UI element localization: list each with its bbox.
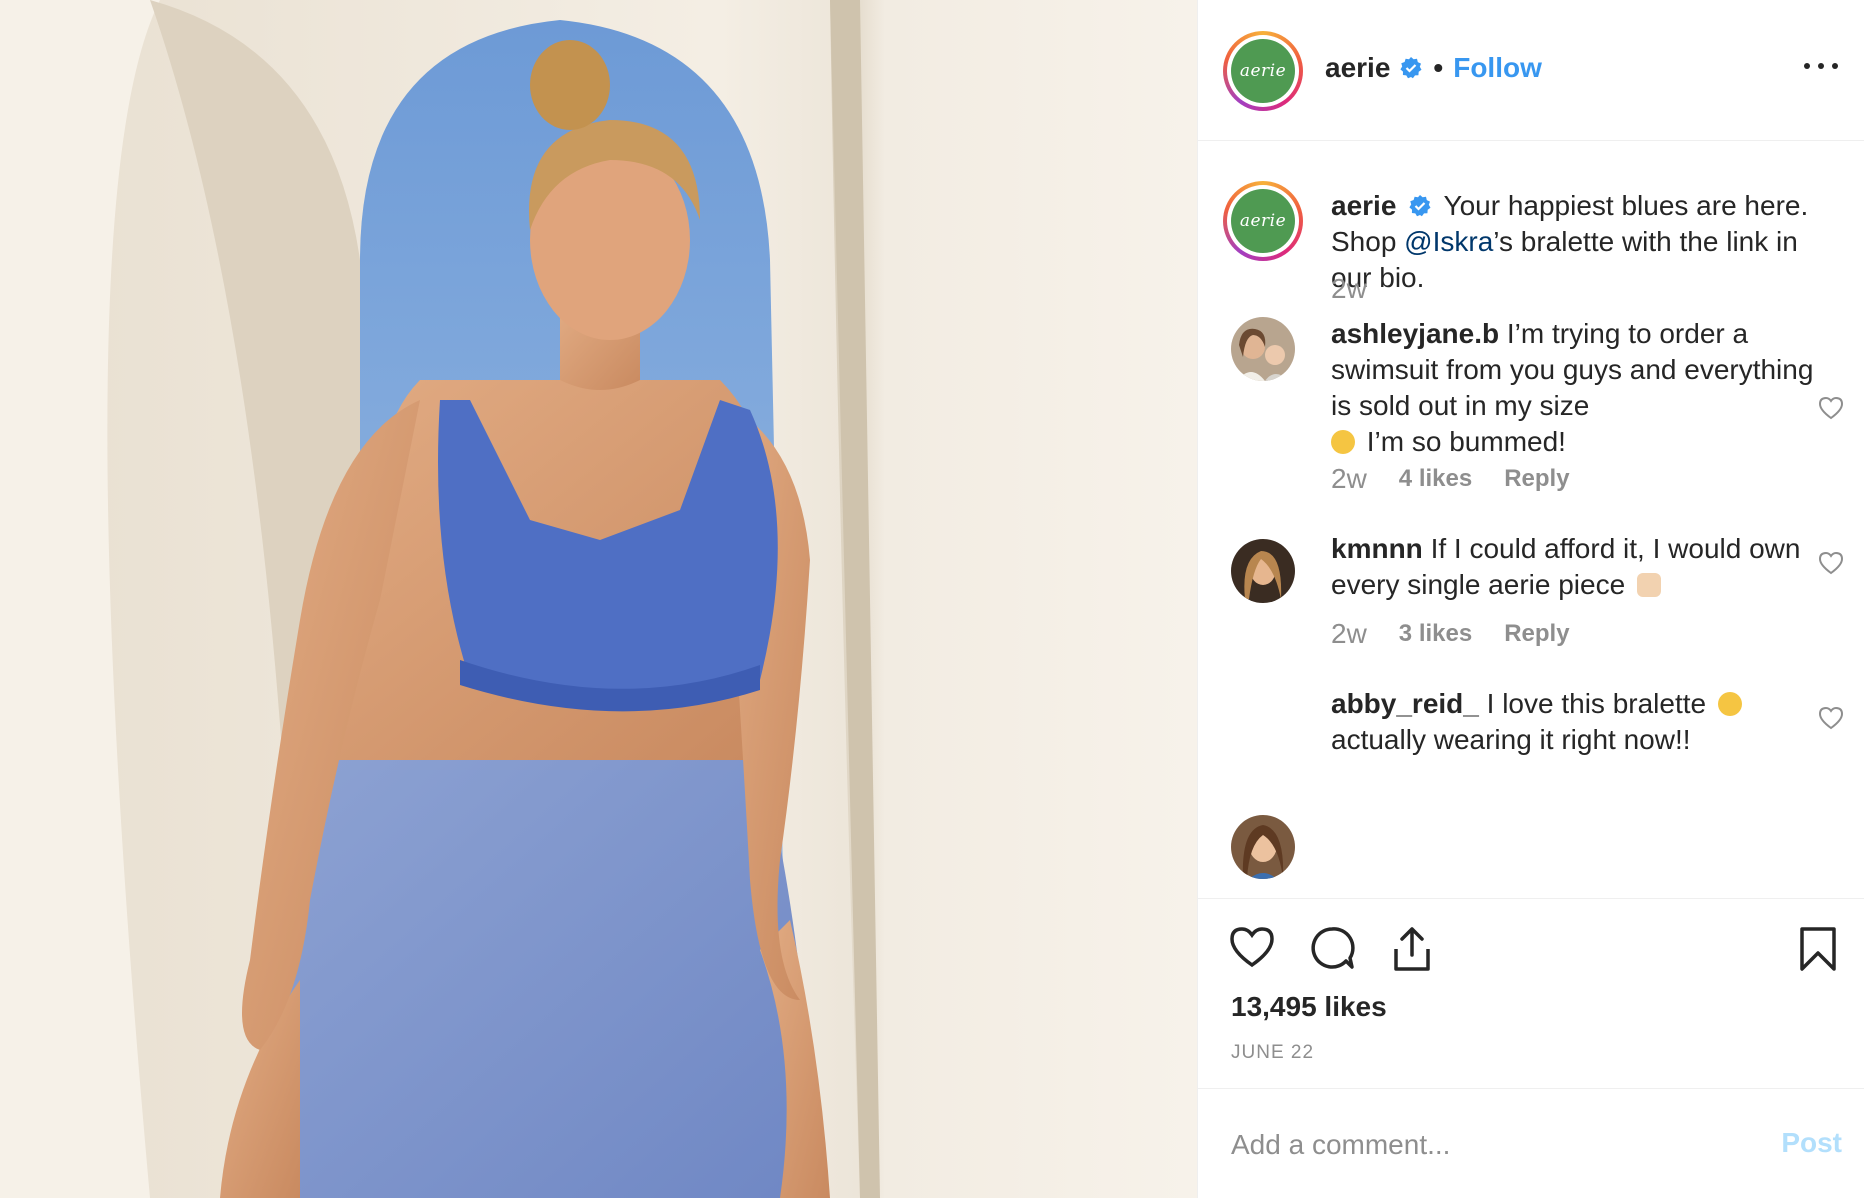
caption-time[interactable]: 2w (1331, 273, 1367, 305)
save-bookmark-icon[interactable] (1798, 925, 1838, 973)
comment-username[interactable]: kmnnn (1331, 533, 1423, 564)
comment-meta: 2w 3 likes Reply (1331, 618, 1602, 650)
like-count[interactable]: 13,495 likes (1231, 991, 1387, 1023)
comment-bubble-icon[interactable] (1308, 925, 1356, 971)
comment-body: I love this bralette (1486, 688, 1707, 719)
photo-illustration (0, 0, 1197, 1198)
verified-badge-icon (1400, 57, 1422, 79)
post-panel: aerie aerie • Follow aerie aerie Your ha… (1197, 0, 1864, 1198)
star-struck-emoji-icon (1717, 692, 1742, 716)
comment-body-end: I’m so bummed! (1366, 426, 1566, 457)
comment-text: abby_reid_ I love this bralette actually… (1331, 686, 1821, 758)
comment-likes[interactable]: 4 likes (1399, 465, 1472, 493)
post-comment-button[interactable]: Post (1781, 1127, 1842, 1159)
comment-like-heart-icon[interactable] (1818, 396, 1844, 420)
verified-badge-icon (1409, 195, 1431, 217)
comment-username[interactable]: ashleyjane.b (1331, 318, 1499, 349)
reply-button[interactable]: Reply (1504, 465, 1569, 493)
comment-meta: 2w 4 likes Reply (1331, 463, 1602, 495)
comment-time[interactable]: 2w (1331, 618, 1367, 650)
like-heart-icon[interactable] (1228, 925, 1276, 969)
separator-dot: • (1433, 52, 1444, 83)
comment-like-heart-icon[interactable] (1818, 706, 1844, 730)
commenter-avatar[interactable] (1231, 317, 1295, 381)
post-header: aerie aerie • Follow (1198, 0, 1864, 141)
comment-input[interactable] (1231, 1125, 1731, 1165)
comment-username[interactable]: abby_reid_ (1331, 688, 1479, 719)
header-user: aerie • Follow (1325, 50, 1542, 86)
commenter-avatar[interactable] (1231, 815, 1295, 879)
brand-logo: aerie (1231, 189, 1295, 253)
post-photo[interactable] (0, 0, 1197, 1198)
comment-likes[interactable]: 3 likes (1399, 620, 1472, 648)
caption-avatar[interactable]: aerie (1223, 181, 1303, 261)
comment-like-heart-icon[interactable] (1818, 551, 1844, 575)
caption-username[interactable]: aerie (1331, 190, 1396, 221)
follow-button[interactable]: Follow (1453, 52, 1542, 84)
caption-text: aerie Your happiest blues are here. Shop… (1331, 188, 1821, 296)
post-date[interactable]: JUNE 22 (1231, 1042, 1314, 1064)
crying-face-emoji-icon (1331, 430, 1355, 454)
story-ring-avatar[interactable]: aerie (1223, 31, 1303, 111)
comments-list[interactable]: aerie aerie Your happiest blues are here… (1198, 141, 1864, 898)
comment-body-end: actually wearing it right now!! (1331, 724, 1691, 755)
more-options-icon[interactable] (1804, 54, 1838, 78)
comment-text: kmnnn If I could afford it, I would own … (1331, 531, 1821, 603)
share-icon[interactable] (1388, 925, 1436, 973)
brand-logo: aerie (1231, 39, 1295, 103)
reply-button[interactable]: Reply (1504, 620, 1569, 648)
commenter-avatar[interactable] (1231, 539, 1295, 603)
comment-time[interactable]: 2w (1331, 463, 1367, 495)
raised-hands-emoji-icon (1636, 573, 1661, 597)
comment-text: ashleyjane.b I’m trying to order a swims… (1331, 316, 1821, 460)
header-username[interactable]: aerie (1325, 52, 1390, 84)
caption-mention-link[interactable]: @Iskra (1404, 226, 1493, 257)
caption-meta: 2w (1331, 273, 1399, 305)
post-actions: 13,495 likes JUNE 22 (1198, 898, 1864, 1088)
add-comment-bar: Post (1198, 1088, 1864, 1198)
